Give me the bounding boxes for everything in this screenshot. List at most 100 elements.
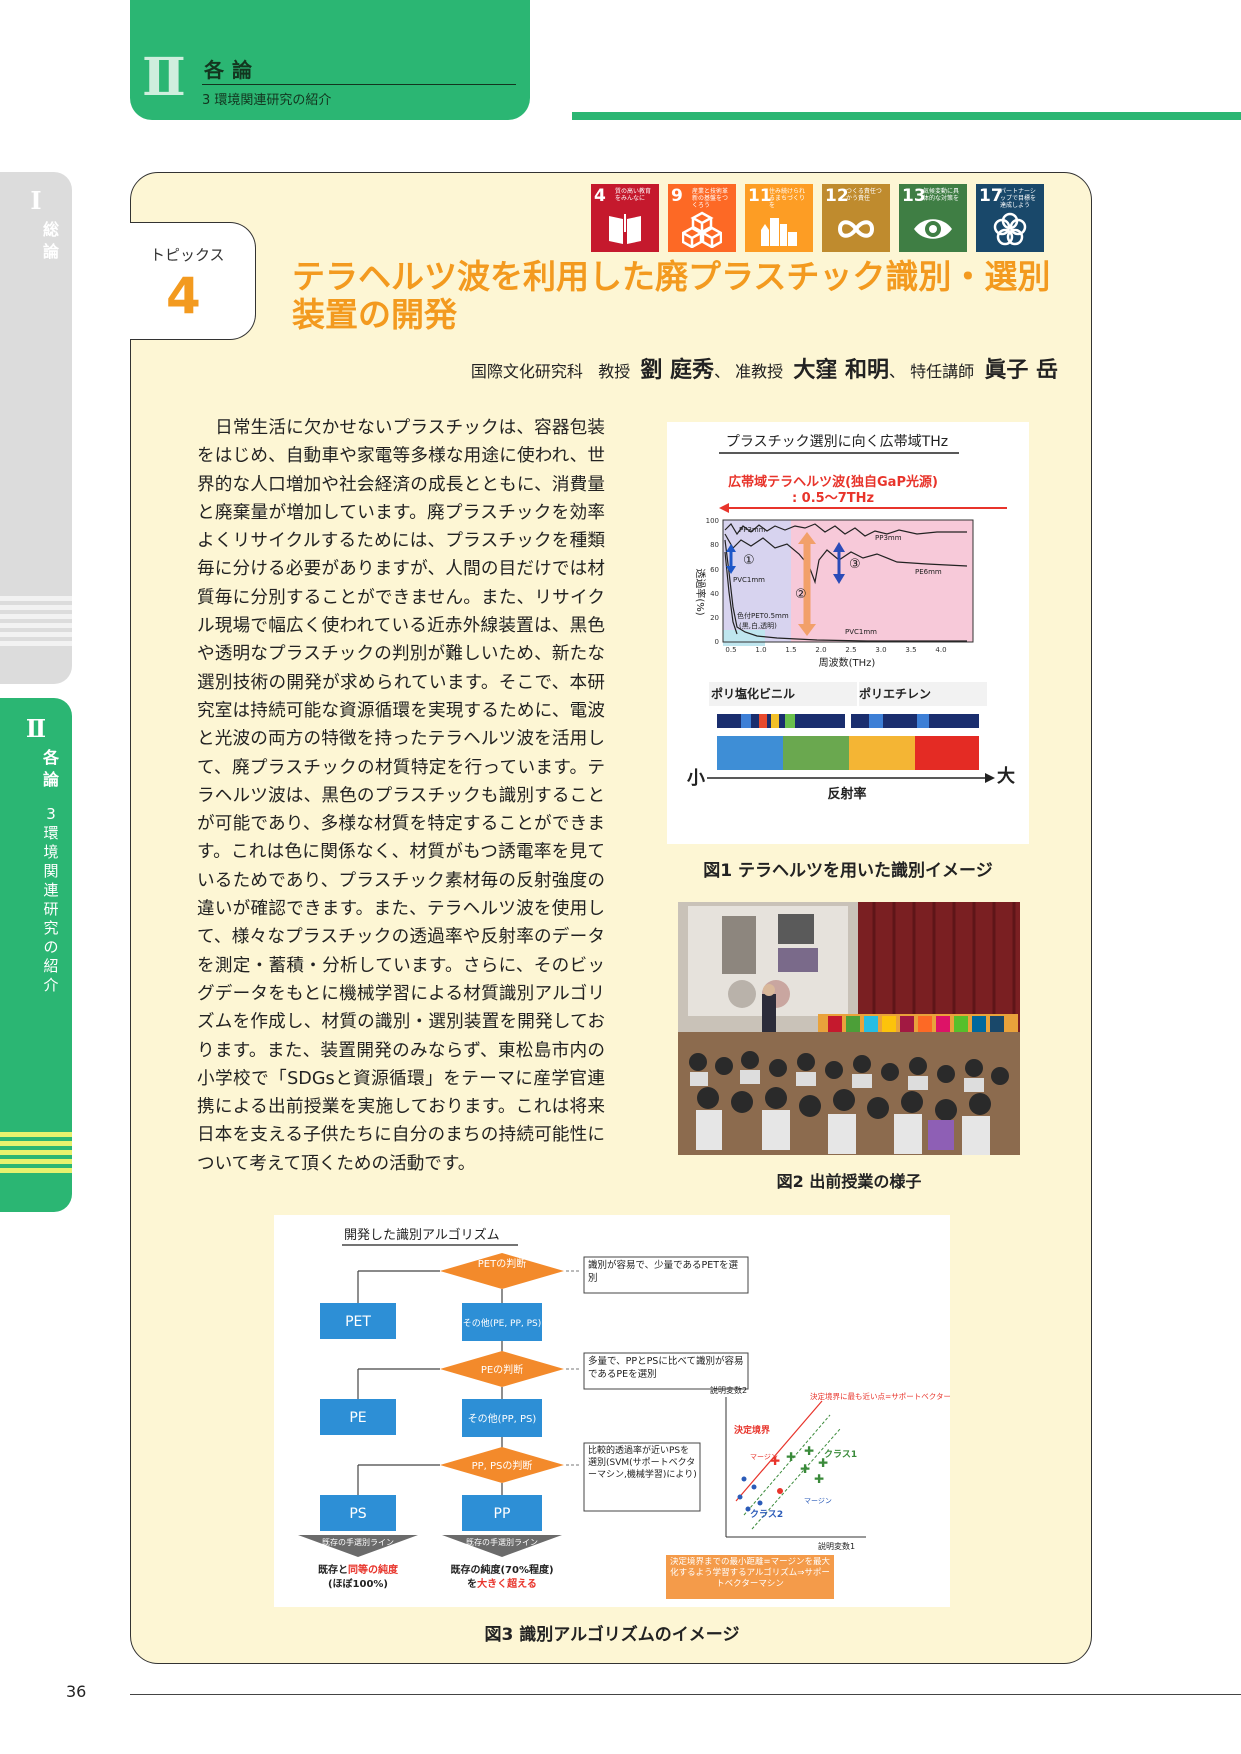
fig1-material-pe: ポリエチレン bbox=[859, 686, 931, 701]
figure-3: 開発した識別アルゴリズム PETの判断 PEの判断 PP, PSの判断 PET … bbox=[274, 1215, 951, 1607]
fig1-curve-label: PVC1mm bbox=[845, 628, 877, 636]
figure-1-caption: 図1 テラヘルツを用いた識別イメージ bbox=[703, 861, 993, 881]
tab-stripe bbox=[0, 1150, 72, 1155]
fig1-band-range: : 0.5〜7THz bbox=[792, 491, 874, 506]
fig3-arrow-manual-2-label: 既存の手選別ライン bbox=[466, 1537, 538, 1547]
section-title: 各論 bbox=[204, 58, 260, 82]
fig1-heading: プラスチック選別に向く広帯域THz bbox=[726, 434, 948, 450]
svg-text:✚: ✚ bbox=[786, 1450, 796, 1464]
author-name: 眞子 岳 bbox=[984, 358, 1058, 383]
fig1-scale-label: 反射率 bbox=[827, 786, 866, 802]
fig1-curve-label: PE6mm bbox=[915, 568, 942, 576]
body-paragraph: 日常生活に欠かせないプラスチックは、容器包装をはじめ、自動車や家電等多様な用途に… bbox=[197, 418, 605, 1174]
sdg-4-icon: 4 質の高い教育をみんなに bbox=[591, 184, 659, 252]
fig1-curve-label: (黒,白,透明) bbox=[739, 621, 777, 630]
book-icon bbox=[609, 214, 641, 244]
svg-text:✚: ✚ bbox=[818, 1456, 828, 1470]
section-roman-numeral: Ⅱ bbox=[142, 47, 186, 108]
algorithm-flowchart: 開発した識別アルゴリズム PETの判断 PEの判断 PP, PSの判断 PET … bbox=[298, 1227, 951, 1599]
fig3-box-pp-label: PP bbox=[494, 1506, 511, 1522]
side-tab-details-roman: Ⅱ bbox=[25, 714, 47, 743]
svm-class1-label: クラス1 bbox=[824, 1449, 857, 1460]
svm-margin-label: マージン bbox=[804, 1497, 832, 1505]
author-role: 教授 bbox=[598, 362, 631, 381]
thz-spectrum-figure: プラスチック選別に向く広帯域THz 広帯域テラヘルツ波(独自GaP光源) : 0… bbox=[687, 434, 1015, 802]
fig1-scale-green bbox=[783, 736, 849, 770]
fig1-scale-small: 小 bbox=[687, 768, 705, 789]
topic-label: トピックス bbox=[150, 246, 225, 264]
fig3-decision-pet-label: PETの判断 bbox=[478, 1257, 526, 1270]
sdg-text: つくる責任つかう責任 bbox=[846, 188, 882, 202]
fig1-band-label: 広帯域テラヘルツ波(独自GaP光源) bbox=[728, 474, 938, 490]
sdg-text: 住み続けられるまちづくりを bbox=[769, 188, 806, 209]
fig3-note-2-text: 多量で、PPとPSに比べて識別が容易であるPEを選別 bbox=[588, 1356, 744, 1380]
fig1-ytick: 100 bbox=[706, 517, 719, 525]
cubes-icon bbox=[682, 211, 722, 248]
fig1-xlabel: 周波数(THz) bbox=[819, 656, 876, 669]
header-bar bbox=[572, 112, 1241, 120]
sdg-11-icon: 11 住み続けられるまちづくりを bbox=[745, 184, 813, 252]
svm-boundary-label: 決定境界 bbox=[734, 1424, 770, 1436]
svg-text:✚: ✚ bbox=[800, 1462, 810, 1476]
author-role: 准教授 bbox=[735, 362, 784, 381]
fig1-scale-yellow bbox=[849, 736, 915, 770]
fig3-arrow-manual-1-label: 既存の手選別ライン bbox=[322, 1537, 394, 1547]
fig1-xtick: 2.0 bbox=[815, 646, 826, 654]
sdg-text: パートナーシップで目標を達成しよう bbox=[1000, 188, 1037, 209]
fig3-note-3-text: 比較的透過率が近いPSを選別(SVM(サポートベクターマシン,機械学習)により) bbox=[588, 1446, 697, 1480]
tab-stripe bbox=[0, 614, 72, 619]
svm-class2-label: クラス2 bbox=[750, 1509, 783, 1520]
fig1-ytick: 60 bbox=[710, 566, 719, 574]
tab-stripe bbox=[0, 596, 72, 601]
fig1-xtick: 2.5 bbox=[845, 646, 856, 654]
figure-2-caption: 図2 出前授業の様子 bbox=[776, 1172, 922, 1191]
classroom-photo bbox=[678, 902, 1020, 1155]
fig1-xtick: 0.5 bbox=[725, 646, 736, 654]
side-tab-overview-roman: Ⅰ bbox=[30, 186, 42, 215]
page-number: 36 bbox=[66, 1682, 87, 1701]
fig1-ytick: 20 bbox=[710, 614, 719, 622]
fig1-marker-3: ③ bbox=[849, 557, 861, 572]
side-tab-overview-label: 総論 bbox=[42, 220, 59, 261]
fig1-heatmap-pvc bbox=[717, 714, 845, 728]
svm-support-vector-dot bbox=[777, 1488, 783, 1494]
authors-line: 国際文化研究科 教授 劉 庭秀、 准教授 大窪 和明、 特任講師 眞子 岳 bbox=[470, 358, 1058, 383]
fig3-result-2: 既存の純度(70%程度) bbox=[450, 1563, 553, 1576]
tab-stripe bbox=[0, 641, 72, 646]
tab-stripe bbox=[0, 605, 72, 610]
fig1-scale-red bbox=[915, 736, 979, 770]
fig3-box-pe-label: PE bbox=[349, 1410, 366, 1426]
fig1-xtick: 1.0 bbox=[755, 646, 766, 654]
fig1-ylabel: 透過率(%) bbox=[694, 568, 707, 615]
section-subtitle: 3 環境関連研究の紹介 bbox=[202, 93, 332, 108]
fig3-box-other2-label: その他(PP, PS) bbox=[468, 1412, 537, 1425]
fig1-ytick: 0 bbox=[715, 638, 719, 646]
fig1-marker-2: ② bbox=[795, 587, 807, 602]
fig1-low-band bbox=[723, 630, 765, 646]
author-org: 国際文化研究科 bbox=[470, 362, 583, 381]
side-tab-details-sub: 3 環境関連研究の紹介 bbox=[43, 805, 59, 994]
article-title: テラヘルツ波を利用した廃プラスチック識別・選別装置の開発 bbox=[292, 257, 1051, 334]
fig1-curve-label: 色付PET0.5mm bbox=[737, 611, 789, 620]
sdg-13-icon: 13 気候変動に具体的な対策を bbox=[899, 184, 967, 252]
fig3-result-2-exceed: を大きく超える bbox=[467, 1577, 537, 1590]
topic-number: 4 bbox=[166, 267, 201, 325]
fig1-curve-label: PP3mm bbox=[875, 534, 902, 542]
tab-stripe bbox=[0, 1141, 72, 1146]
fig3-decision-pp-ps-label: PP, PSの判断 bbox=[472, 1459, 533, 1472]
fig3-box-ps-label: PS bbox=[349, 1506, 366, 1522]
fig1-ytick: 40 bbox=[710, 590, 719, 598]
fig1-scale-large: 大 bbox=[997, 765, 1015, 787]
sdg-text: 気候変動に具体的な対策を bbox=[923, 188, 960, 202]
sdg-12-icon: 12 つくる責任つかう責任 bbox=[822, 184, 890, 252]
eye-globe-icon bbox=[914, 219, 952, 239]
svm-y-label: 説明変数2 bbox=[710, 1385, 747, 1395]
tab-stripe bbox=[0, 1159, 72, 1164]
author-role: 特任講師 bbox=[910, 362, 975, 381]
fig1-xtick: 1.5 bbox=[785, 646, 796, 654]
fig3-note-1-text: 識別が容易で、少量であるPETを選別 bbox=[588, 1260, 739, 1284]
side-tab-details-label: 各論 bbox=[42, 748, 59, 789]
fig1-curve-label: PP3mm bbox=[739, 526, 766, 534]
fig1-material-pvc: ポリ塩化ビニル bbox=[711, 686, 795, 701]
figure-3-caption: 図3 識別アルゴリズムのイメージ bbox=[484, 1625, 740, 1645]
